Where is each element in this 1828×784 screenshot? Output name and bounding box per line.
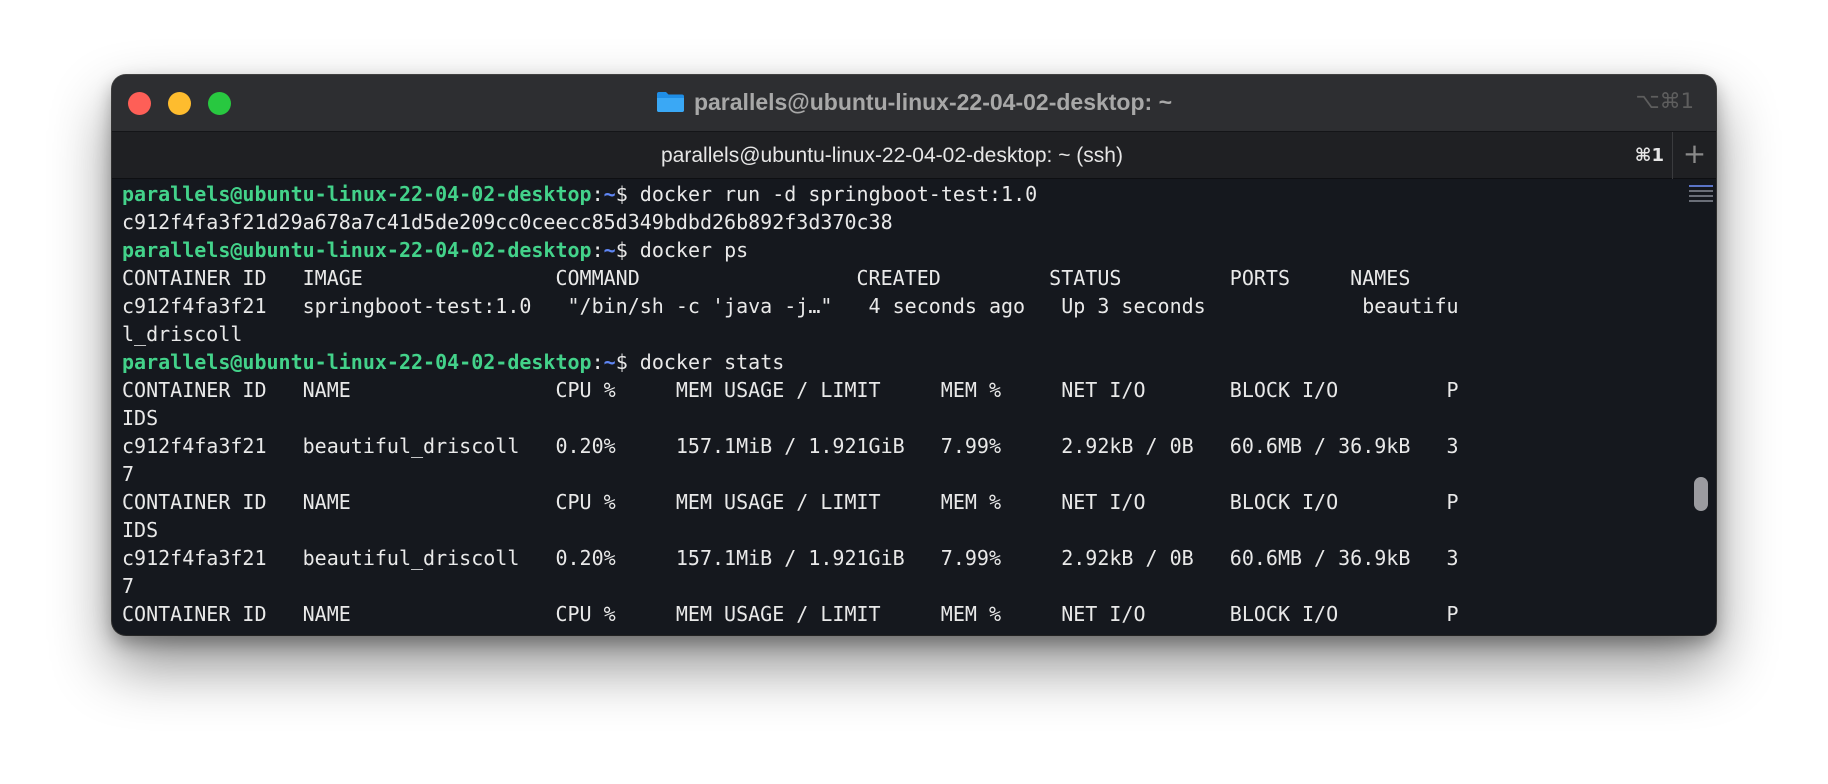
ps-header-line: CONTAINER ID IMAGE COMMAND CREATED STATU… <box>122 266 1411 290</box>
window-title: parallels@ubuntu-linux-22-04-02-desktop:… <box>693 89 1173 115</box>
prompt-line: parallels@ubuntu-linux-22-04-02-desktop:… <box>122 236 1459 264</box>
terminal-window: parallels@ubuntu-linux-22-04-02-desktop:… <box>112 75 1716 635</box>
prompt-path: ~ <box>603 350 616 374</box>
prompt-path: ~ <box>603 238 616 262</box>
new-tab-button[interactable]: + <box>1672 132 1716 179</box>
command-text: docker stats <box>639 350 785 374</box>
title-bar: parallels@ubuntu-linux-22-04-02-desktop:… <box>112 75 1716 131</box>
stats-row-wrap-line: 7 <box>122 574 135 598</box>
prompt-symbol: $ <box>615 238 640 262</box>
stats-header-line: CONTAINER ID NAME CPU % MEM USAGE / LIMI… <box>122 378 1459 402</box>
scroll-markers <box>1689 185 1713 203</box>
prompt-path: ~ <box>603 182 616 206</box>
tab-ssh[interactable]: parallels@ubuntu-linux-22-04-02-desktop:… <box>112 132 1672 179</box>
window-title-container: parallels@ubuntu-linux-22-04-02-desktop:… <box>112 89 1716 116</box>
stats-header-line: CONTAINER ID NAME CPU % MEM USAGE / LIMI… <box>122 490 1459 514</box>
terminal-output[interactable]: parallels@ubuntu-linux-22-04-02-desktop:… <box>112 179 1686 635</box>
tab-title: parallels@ubuntu-linux-22-04-02-desktop:… <box>661 144 1123 167</box>
prompt-user-host: parallels@ubuntu-linux-22-04-02-desktop <box>122 350 592 374</box>
stats-header-line: CONTAINER ID NAME CPU % MEM USAGE / LIMI… <box>122 602 1459 626</box>
command-text: docker ps <box>639 238 749 262</box>
scrollbar[interactable] <box>1686 179 1716 635</box>
folder-icon <box>656 90 685 113</box>
prompt-user-host: parallels@ubuntu-linux-22-04-02-desktop <box>122 182 592 206</box>
stats-header-wrap-line: IDS <box>122 406 159 430</box>
tab-bar: parallels@ubuntu-linux-22-04-02-desktop:… <box>112 131 1716 179</box>
stats-header-wrap-line: IDS <box>122 518 159 542</box>
prompt-separator: : <box>591 238 604 262</box>
stats-row-line: c912f4fa3f21 beautiful_driscoll 0.20% 15… <box>122 546 1459 570</box>
window-shortcut: ⌥⌘1 <box>1635 89 1694 113</box>
prompt-symbol: $ <box>615 350 640 374</box>
output-line: c912f4fa3f21d29a678a7c41d5de209cc0ceecc8… <box>122 210 893 234</box>
prompt-user-host: parallels@ubuntu-linux-22-04-02-desktop <box>122 238 592 262</box>
tab-shortcut: ⌘1 <box>1634 145 1664 166</box>
stats-row-line: c912f4fa3f21 beautiful_driscoll 0.20% 15… <box>122 434 1459 458</box>
prompt-symbol: $ <box>615 182 640 206</box>
prompt-line: parallels@ubuntu-linux-22-04-02-desktop:… <box>122 348 1459 376</box>
ps-row-line: c912f4fa3f21 springboot-test:1.0 "/bin/s… <box>122 294 1459 318</box>
prompt-line: parallels@ubuntu-linux-22-04-02-desktop:… <box>122 180 1459 208</box>
ps-row-wrap-line: l_driscoll <box>122 322 243 346</box>
prompt-separator: : <box>591 182 604 206</box>
command-text: docker run -d springboot-test:1.0 <box>639 182 1038 206</box>
prompt-separator: : <box>591 350 604 374</box>
scroll-thumb[interactable] <box>1694 477 1708 511</box>
stats-row-wrap-line: 7 <box>122 462 135 486</box>
